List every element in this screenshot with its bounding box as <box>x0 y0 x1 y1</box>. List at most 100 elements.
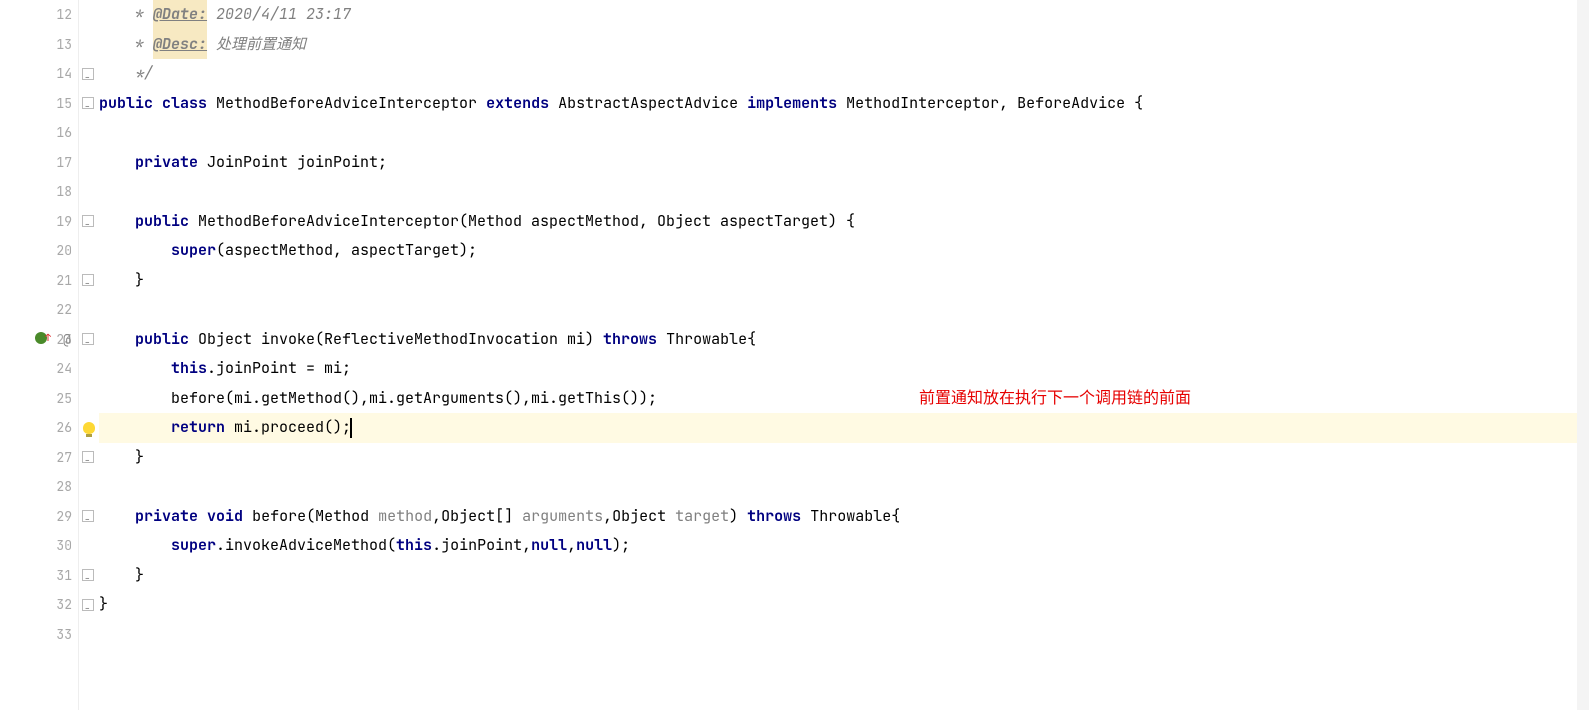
code-token: , <box>567 531 576 561</box>
fold-marker <box>79 443 99 473</box>
code-line[interactable] <box>99 177 1589 207</box>
override-marker[interactable]: ↑ <box>35 325 47 355</box>
code-line[interactable] <box>99 620 1589 650</box>
code-token: } <box>99 561 144 591</box>
line-number: 32 <box>0 590 78 620</box>
code-line[interactable]: this.joinPoint = mi; <box>99 354 1589 384</box>
code-token: * <box>99 30 153 60</box>
code-line[interactable]: public Object invoke(ReflectiveMethodInv… <box>99 325 1589 355</box>
code-line[interactable]: super.invokeAdviceMethod(this.joinPoint,… <box>99 531 1589 561</box>
code-token: public <box>135 207 189 237</box>
code-token <box>99 502 135 532</box>
code-token: null <box>576 531 612 561</box>
line-number: 17 <box>0 148 78 178</box>
code-token <box>99 531 171 561</box>
code-token: arguments <box>522 502 603 532</box>
code-token: before(mi.getMethod(),mi.getArguments(),… <box>99 384 657 414</box>
code-line[interactable]: */ <box>99 59 1589 89</box>
code-line[interactable]: } <box>99 443 1589 473</box>
line-number: 30 <box>0 531 78 561</box>
code-token <box>99 207 135 237</box>
line-number: 27 <box>0 443 78 473</box>
code-line[interactable]: super(aspectMethod, aspectTarget); <box>99 236 1589 266</box>
code-token: super <box>171 531 216 561</box>
line-number: 24 <box>0 354 78 384</box>
code-line[interactable]: } <box>99 590 1589 620</box>
code-line[interactable]: return mi.proceed(); <box>99 413 1589 443</box>
line-number: 14 <box>0 59 78 89</box>
fold-marker: ↑@ <box>79 325 99 355</box>
line-number: 25 <box>0 384 78 414</box>
code-token: method <box>378 502 432 532</box>
code-token: 处理前置通知 <box>207 30 306 60</box>
fold-open-icon[interactable] <box>82 97 94 109</box>
code-token: ,Object[] <box>432 502 522 532</box>
code-line[interactable] <box>99 472 1589 502</box>
code-area[interactable]: * @Date: 2020/4/11 23:17 * @Desc: 处理前置通知… <box>99 0 1589 710</box>
code-token: super <box>171 236 216 266</box>
code-line[interactable]: private void before(Method method,Object… <box>99 502 1589 532</box>
code-token: extends <box>486 89 549 119</box>
code-token: class <box>162 89 207 119</box>
code-token: ); <box>612 531 630 561</box>
code-token: MethodBeforeAdviceInterceptor <box>207 89 486 119</box>
vertical-scrollbar[interactable] <box>1577 0 1589 710</box>
code-token: this <box>396 531 432 561</box>
fold-marker <box>79 0 99 30</box>
code-token: target <box>675 502 729 532</box>
line-number: 21 <box>0 266 78 296</box>
fold-close-icon[interactable] <box>82 451 94 463</box>
code-token: throws <box>747 502 801 532</box>
code-token: null <box>531 531 567 561</box>
intention-bulb-icon[interactable] <box>83 422 95 434</box>
code-line[interactable]: } <box>99 561 1589 591</box>
code-token: ) <box>729 502 747 532</box>
code-token: @Desc: <box>153 30 207 60</box>
fold-marker <box>79 620 99 650</box>
fold-close-icon[interactable] <box>82 68 94 80</box>
code-token: mi.proceed(); <box>225 413 351 443</box>
fold-marker <box>79 59 99 89</box>
line-number: 12 <box>0 0 78 30</box>
fold-open-icon[interactable] <box>82 510 94 522</box>
code-editor[interactable]: 1213141516171819202122232425262728293031… <box>0 0 1589 710</box>
code-line[interactable]: } <box>99 266 1589 296</box>
code-token: public <box>99 89 153 119</box>
line-number: 13 <box>0 30 78 60</box>
line-number: 29 <box>0 502 78 532</box>
code-line[interactable]: * @Date: 2020/4/11 23:17 <box>99 0 1589 30</box>
fold-close-icon[interactable] <box>82 274 94 286</box>
fold-marker <box>79 384 99 414</box>
line-number: 28 <box>0 472 78 502</box>
code-line[interactable]: before(mi.getMethod(),mi.getArguments(),… <box>99 384 1589 414</box>
code-token: return <box>171 413 225 443</box>
code-line[interactable] <box>99 295 1589 325</box>
code-token: implements <box>747 89 837 119</box>
code-token: */ <box>99 59 153 89</box>
fold-close-icon[interactable] <box>82 569 94 581</box>
code-token <box>99 148 135 178</box>
fold-open-icon[interactable] <box>82 333 94 345</box>
fold-marker <box>79 89 99 119</box>
fold-close-icon[interactable] <box>82 599 94 611</box>
code-token: MethodInterceptor, BeforeAdvice { <box>837 89 1143 119</box>
code-token: public <box>135 325 189 355</box>
fold-marker <box>79 177 99 207</box>
code-token: Throwable{ <box>801 502 900 532</box>
code-line[interactable] <box>99 118 1589 148</box>
marker-column: ↑@ <box>79 0 99 710</box>
code-token <box>198 502 207 532</box>
fold-marker <box>79 561 99 591</box>
fold-marker <box>79 236 99 266</box>
code-token: 2020/4/11 23:17 <box>207 0 351 30</box>
code-token: JoinPoint joinPoint; <box>198 148 387 178</box>
fold-open-icon[interactable] <box>82 215 94 227</box>
code-token <box>99 413 171 443</box>
code-token: .invokeAdviceMethod( <box>216 531 396 561</box>
code-line[interactable]: * @Desc: 处理前置通知 <box>99 30 1589 60</box>
code-line[interactable]: public class MethodBeforeAdviceIntercept… <box>99 89 1589 119</box>
code-line[interactable]: private JoinPoint joinPoint; <box>99 148 1589 178</box>
fold-marker <box>79 148 99 178</box>
code-token: AbstractAspectAdvice <box>549 89 747 119</box>
code-line[interactable]: public MethodBeforeAdviceInterceptor(Met… <box>99 207 1589 237</box>
